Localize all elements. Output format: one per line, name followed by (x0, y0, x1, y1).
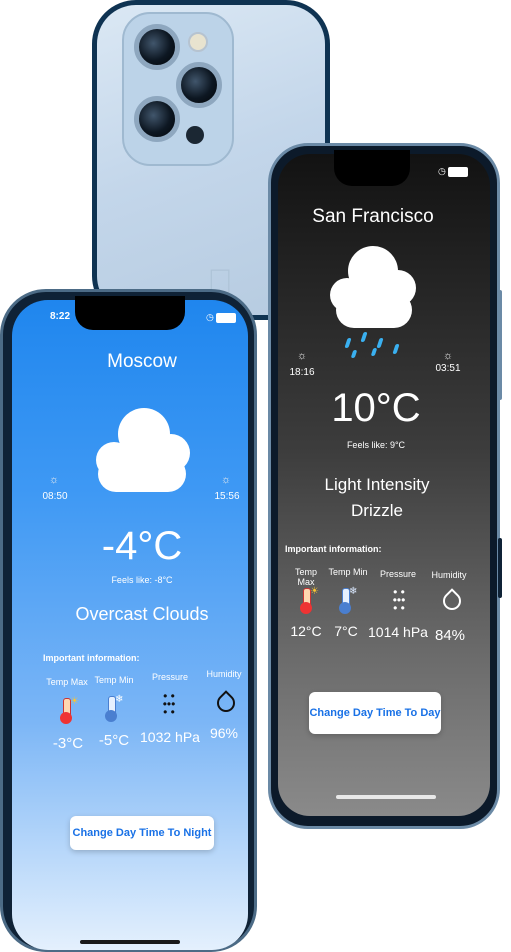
feels-like: Feels like: -8°C (111, 575, 173, 585)
wifi-icon: ◷ (206, 312, 214, 322)
city-name: Moscow (107, 351, 177, 372)
city-name: San Francisco (312, 206, 434, 227)
status-icons: ◷ (438, 166, 469, 177)
sunrise-time: 18:16 (289, 367, 315, 378)
sunrise-time: 08:50 (42, 491, 68, 502)
current-temperature: 10°C (331, 386, 421, 430)
volume-up-button[interactable] (4, 452, 10, 498)
battery-icon (216, 312, 237, 323)
mute-switch[interactable] (4, 410, 10, 432)
wifi-icon: ◷ (438, 166, 446, 176)
cloud-icon (94, 408, 190, 492)
home-indicator (80, 940, 180, 944)
sunset-time: 15:56 (214, 491, 240, 502)
humidity-value: 96% (209, 725, 239, 741)
notch (75, 296, 185, 330)
thermometer-cold-icon: ❄ (102, 694, 123, 724)
humidity-label: Humidity (431, 570, 467, 580)
rain-cloud-icon (330, 246, 420, 358)
humidity-label: Humidity (206, 669, 242, 679)
sunset-icon: ☼ (220, 474, 232, 486)
flash-icon (188, 32, 208, 52)
camera-lens-icon (134, 24, 180, 70)
pressure-icon: • • ••• • • (162, 689, 176, 719)
camera-lens-icon (176, 62, 222, 108)
humidity-drop-icon (213, 688, 239, 716)
home-indicator (336, 795, 436, 799)
temp-max-label: Temp Max (294, 567, 317, 587)
temp-max-value: 12°C (290, 623, 322, 639)
change-day-time-button[interactable]: Change Day Time To Night (70, 816, 214, 850)
pressure-label: Pressure (151, 672, 188, 682)
notch (334, 150, 410, 186)
humidity-drop-icon (439, 586, 465, 614)
sunset-time: 03:51 (435, 363, 461, 374)
temp-max-value: -3°C (52, 735, 84, 752)
temp-max-label: Temp Max (46, 677, 88, 687)
sunrise-icon: ☼ (296, 350, 308, 362)
temp-min-label: Temp Min (94, 675, 134, 685)
temp-min-label: Temp Min (328, 567, 368, 577)
volume-down-button[interactable] (4, 512, 10, 558)
weather-description: Light Intensity Drizzle (324, 475, 430, 520)
important-info-label: Important information: (43, 653, 140, 663)
thermometer-hot-icon: ☀ (296, 586, 319, 614)
lidar-icon (186, 126, 204, 144)
camera-lens-icon (134, 96, 180, 142)
status-icons: ◷ (206, 312, 237, 323)
temp-min-value: -5°C (98, 732, 130, 749)
sunset-icon: ☼ (442, 350, 454, 362)
pressure-value: 1014 hPa (368, 624, 428, 640)
thermometer-cold-icon: ❄ (336, 586, 357, 614)
pressure-label: Pressure (379, 569, 416, 579)
pressure-icon: • • ••• • • (392, 585, 406, 615)
power-button[interactable] (498, 290, 502, 400)
side-button[interactable] (498, 538, 502, 598)
sunrise-icon: ☼ (48, 474, 60, 486)
current-temperature: -4°C (101, 524, 183, 568)
status-time: 8:22 (50, 311, 71, 322)
day-screen (12, 300, 248, 950)
humidity-value: 84% (434, 627, 466, 644)
feels-like: Feels like: 9°C (346, 440, 406, 450)
temp-min-value: 7°C (334, 623, 358, 639)
battery-icon (448, 166, 469, 177)
change-day-time-button[interactable]: Change Day Time To Day (309, 692, 441, 734)
thermometer-hot-icon: ☀ (56, 696, 79, 726)
pressure-value: 1032 hPa (140, 729, 200, 745)
important-info-label: Important information: (285, 544, 382, 554)
weather-description: Overcast Clouds (75, 604, 209, 624)
